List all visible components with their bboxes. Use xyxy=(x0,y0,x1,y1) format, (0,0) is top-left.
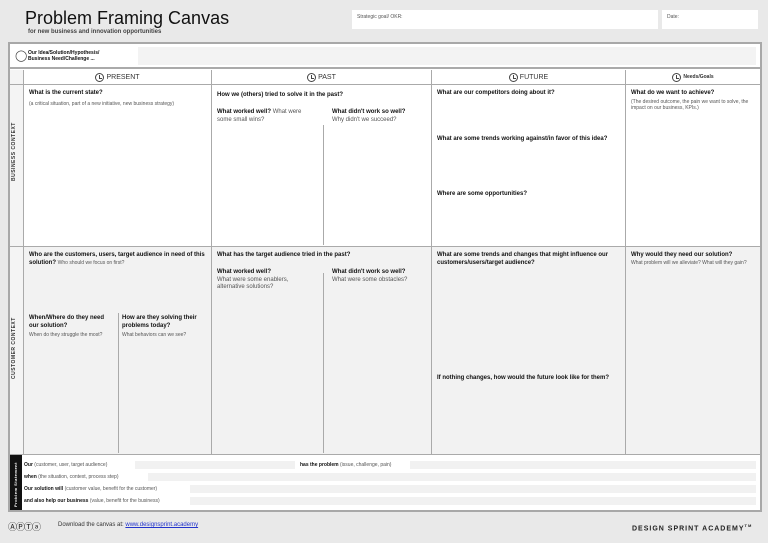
idea-input[interactable] xyxy=(138,47,756,65)
column-future: FUTURE xyxy=(432,70,626,85)
customer-past-cell[interactable]: What has the target audience tried in th… xyxy=(212,247,432,455)
statement-our-input[interactable] xyxy=(135,461,295,469)
customer-present-cell[interactable]: Who are the customers, users, target aud… xyxy=(24,247,212,455)
statement-solution-input[interactable] xyxy=(190,485,756,493)
statement-when: when (the situation, context, process st… xyxy=(24,474,119,480)
brand-logo: DESIGN SPRINT ACADEMYTM xyxy=(632,523,753,533)
download-link[interactable]: www.designsprint.academy xyxy=(125,522,198,528)
statement-business-input[interactable] xyxy=(190,497,756,505)
statement-problem: has the problem (issue, challenge, pain) xyxy=(300,462,392,468)
customer-future-cell[interactable]: What are some trends and changes that mi… xyxy=(432,247,626,455)
statement-our: Our (customer, user, target audience) xyxy=(24,462,108,468)
strategic-goal-field[interactable]: Strategic goal/ OKR: xyxy=(352,10,658,29)
column-present: PRESENT xyxy=(24,70,212,85)
download-text: Download the canvas at: www.designsprint… xyxy=(58,522,199,528)
statement-problem-input[interactable] xyxy=(410,461,756,469)
date-field[interactable]: Date: xyxy=(662,10,758,29)
customer-context-label: CUSTOMER CONTEXT xyxy=(10,247,24,455)
canvas-frame: ◯ Our Idea/Solution/Hypothesis/Business … xyxy=(8,42,762,512)
statement-when-input[interactable] xyxy=(148,473,756,481)
column-past: PAST xyxy=(212,70,432,85)
business-past-cell[interactable]: How we (others) tried to solve it in the… xyxy=(212,85,432,247)
clock-icon xyxy=(307,72,317,82)
business-present-cell[interactable]: What is the current state? (a critical s… xyxy=(24,85,212,247)
clock-icon xyxy=(508,72,518,82)
business-needs-cell[interactable]: What do we want to achieve? (The desired… xyxy=(626,85,760,247)
statement-business: and also help our business (value, benef… xyxy=(24,498,160,504)
lightbulb-icon: ◯ xyxy=(15,50,28,62)
column-needs: Needs/Goals xyxy=(626,70,760,85)
creative-commons-icon: ⒶⓅⓉⓐ xyxy=(8,522,41,532)
business-context-label: BUSINESS CONTEXT xyxy=(10,85,24,247)
business-future-cell[interactable]: What are our competitors doing about it?… xyxy=(432,85,626,247)
target-icon xyxy=(672,72,682,82)
statement-solution: Our solution will (customer value, benef… xyxy=(24,486,158,492)
page-title: Problem Framing Canvas xyxy=(25,8,230,28)
idea-label: Our Idea/Solution/Hypothesis/Business Ne… xyxy=(28,50,100,63)
date-label: Date: xyxy=(667,14,679,20)
customer-needs-cell[interactable]: Why would they need our solution? What p… xyxy=(626,247,760,455)
problem-statement-label: Problem Statement xyxy=(10,455,22,510)
strategic-goal-label: Strategic goal/ OKR: xyxy=(357,14,403,20)
page-subtitle: for new business and innovation opportun… xyxy=(28,29,162,35)
header-spacer xyxy=(10,70,24,85)
clock-icon xyxy=(95,72,105,82)
idea-row: ◯ Our Idea/Solution/Hypothesis/Business … xyxy=(10,44,760,69)
